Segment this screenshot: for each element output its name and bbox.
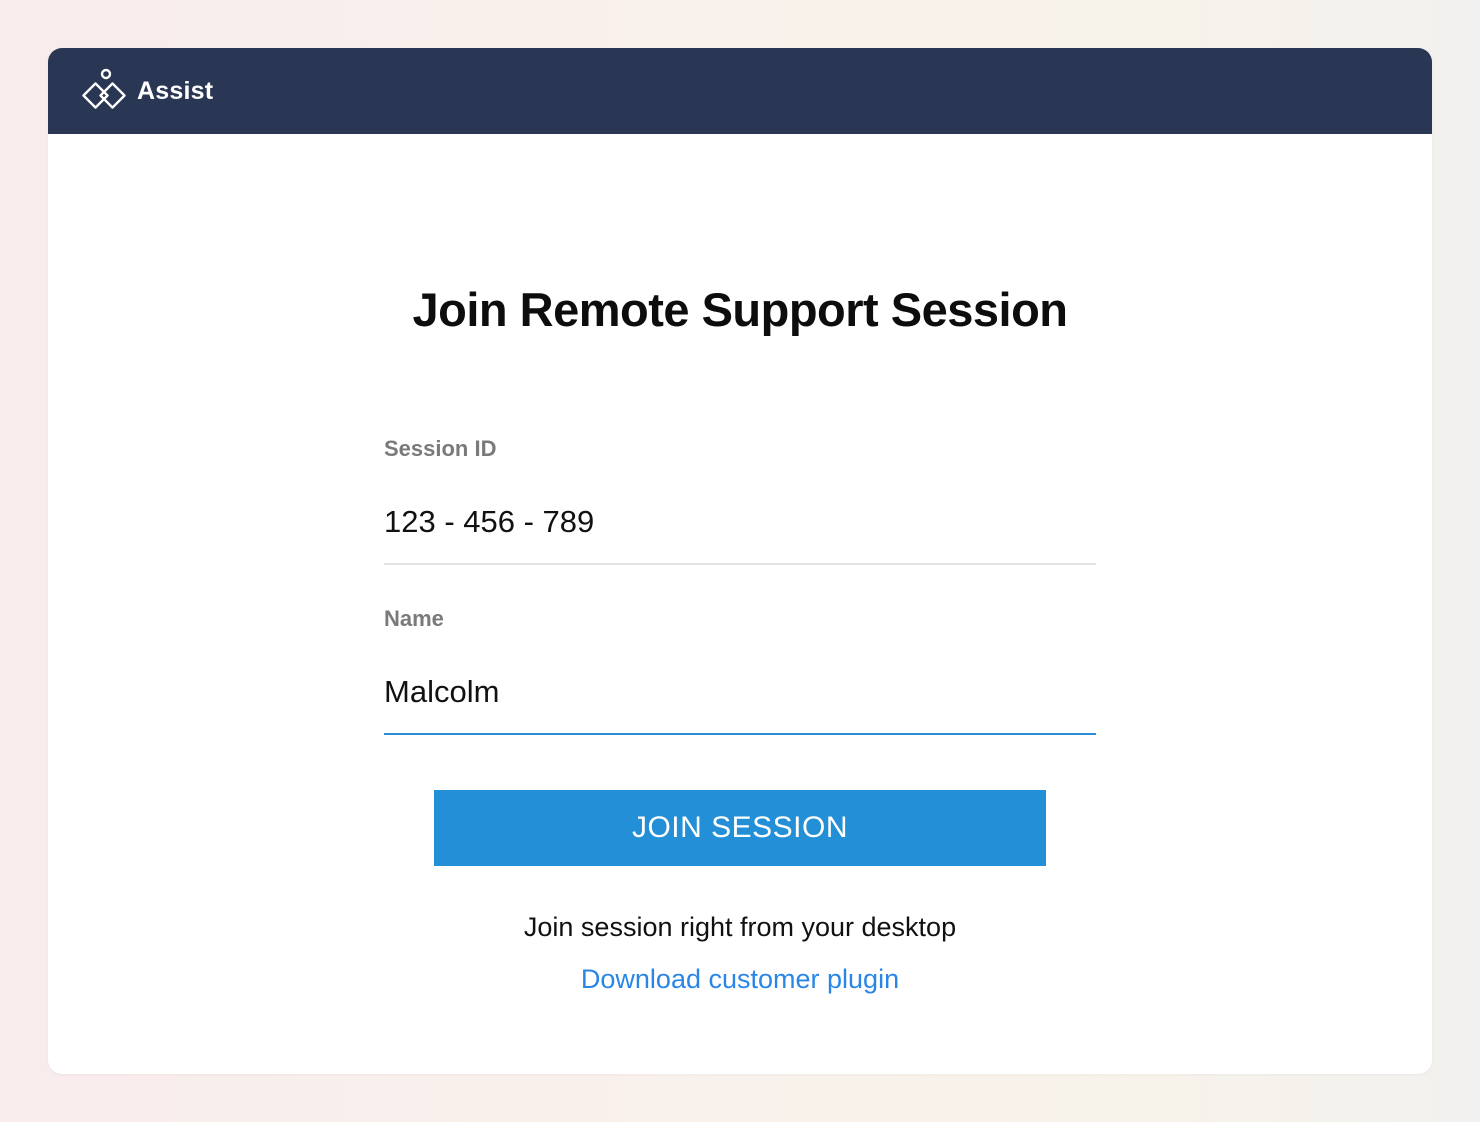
- name-label: Name: [384, 606, 444, 631]
- join-session-form: Join Remote Support Session Session ID N…: [48, 134, 1432, 1074]
- session-id-input[interactable]: [384, 500, 1096, 544]
- top-bar: Assist: [48, 48, 1432, 134]
- app-window: Assist Join Remote Support Session Sessi…: [48, 48, 1432, 1074]
- name-input[interactable]: [384, 670, 1096, 714]
- name-field: Name: [384, 606, 1096, 735]
- desktop-hint-text: Join session right from your desktop: [523, 912, 957, 942]
- session-id-label: Session ID: [384, 436, 497, 461]
- download-plugin-link[interactable]: Download customer plugin: [48, 964, 1432, 995]
- page-title: Join Remote Support Session: [412, 283, 1068, 336]
- join-session-button[interactable]: JOIN SESSION: [434, 790, 1046, 866]
- session-id-field: Session ID: [384, 436, 1096, 565]
- assist-logo-icon: [82, 68, 126, 109]
- logo-text: Assist: [137, 76, 214, 105]
- name-underline: [384, 733, 1096, 735]
- session-id-underline: [384, 563, 1096, 565]
